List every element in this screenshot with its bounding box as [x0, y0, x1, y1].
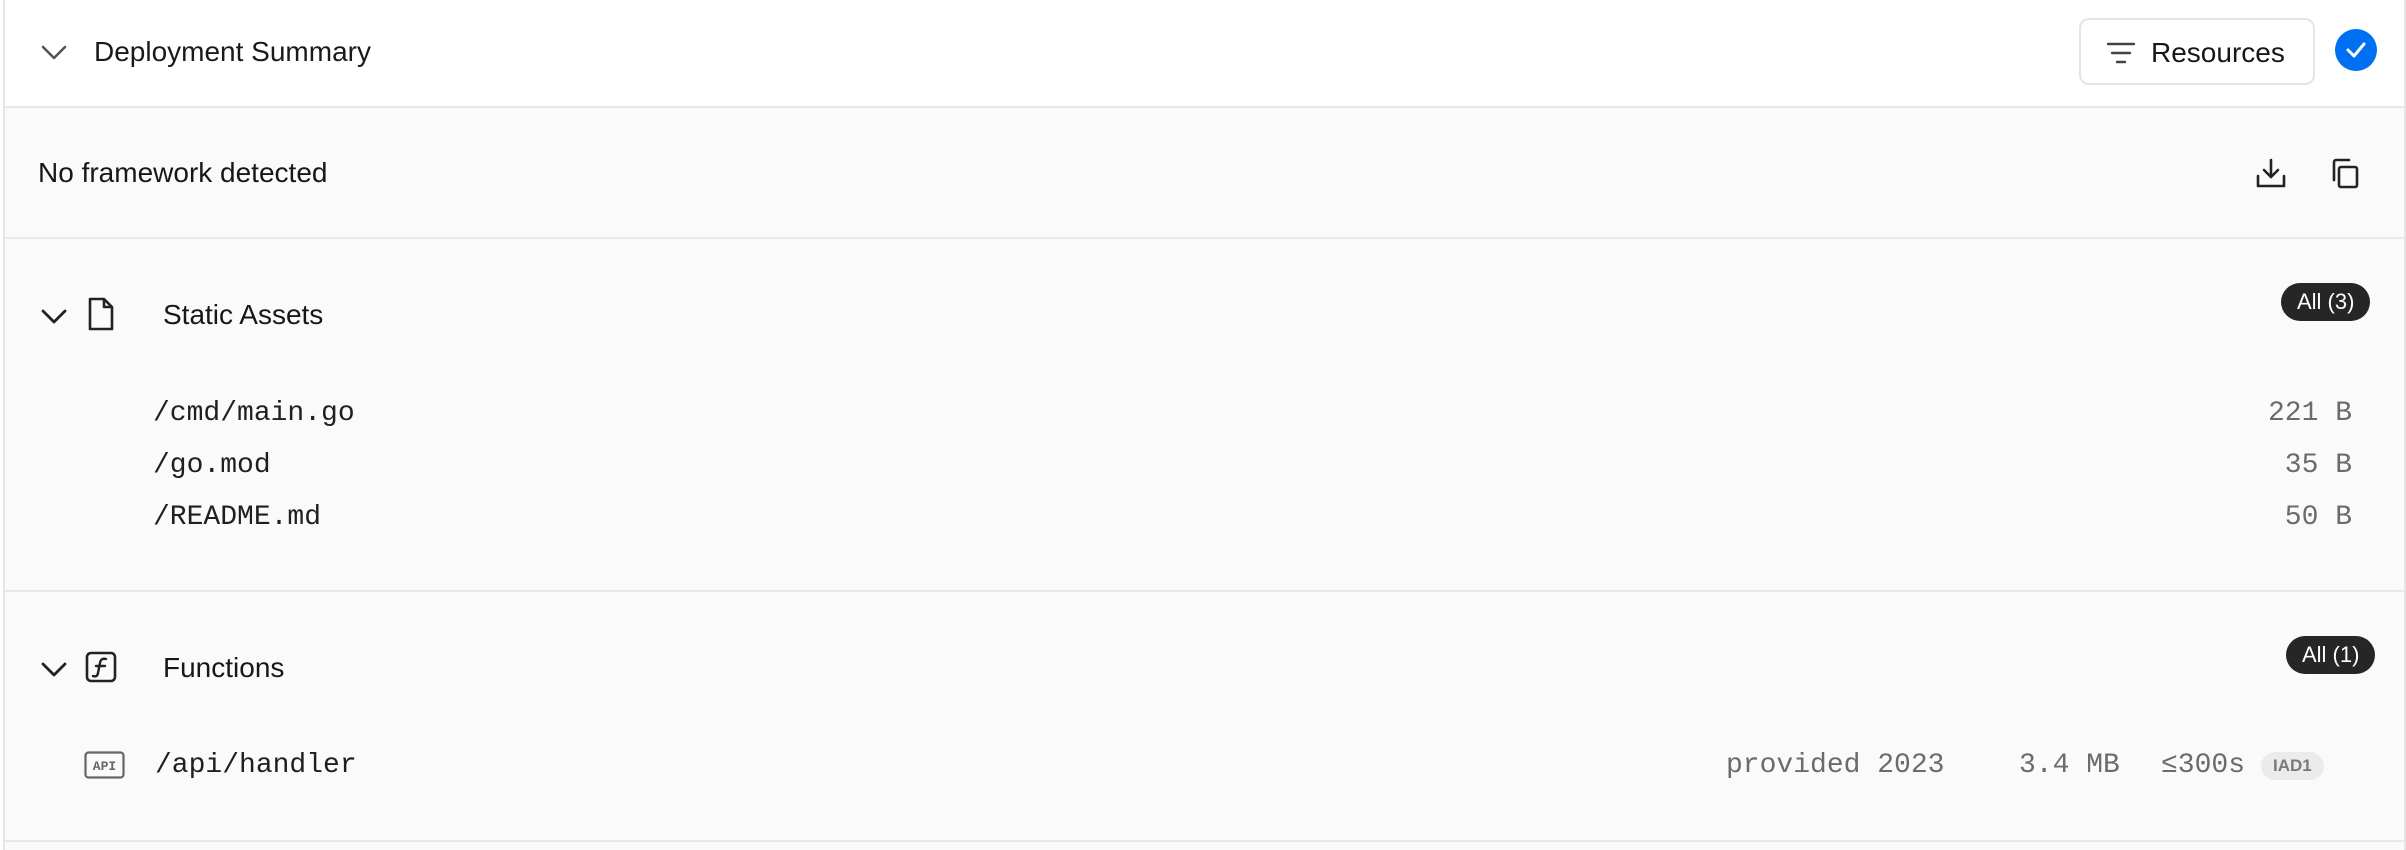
file-size: 35 B [2284, 450, 2352, 481]
static-assets-section: Static Assets All (3) /cmd/main.go 221 B… [5, 239, 2404, 592]
list-item[interactable]: /README.md 50 B [5, 498, 2404, 538]
status-check-icon [2335, 29, 2377, 71]
file-size: 50 B [2284, 502, 2352, 533]
framework-row: No framework detected [5, 108, 2404, 239]
next-section-edge [5, 842, 2404, 850]
functions-section: Functions All (1) API /api/handler provi… [5, 592, 2404, 842]
resources-label: Resources [2151, 37, 2285, 68]
list-item[interactable]: /go.mod 35 B [5, 446, 2404, 486]
resources-button[interactable]: Resources [2079, 18, 2315, 85]
function-icon [85, 651, 117, 683]
filter-icon [2106, 42, 2136, 64]
chevron-down-icon[interactable] [39, 40, 69, 66]
list-item[interactable]: /cmd/main.go 221 B [5, 394, 2404, 434]
functions-filter-badge[interactable]: All (1) [2286, 636, 2376, 674]
function-runtime: provided 2023 [1726, 750, 1945, 781]
function-max-duration: ≤300s [2161, 750, 2246, 781]
summary-header[interactable]: Deployment Summary Resources [5, 0, 2404, 108]
file-path: /cmd/main.go [153, 398, 355, 429]
file-icon [88, 297, 114, 331]
static-assets-filter-badge[interactable]: All (3) [2281, 283, 2371, 321]
summary-title: Deployment Summary [94, 36, 371, 67]
function-size: 3.4 MB [2019, 750, 2120, 781]
deployment-summary-panel: Deployment Summary Resources No framewor… [3, 0, 2406, 850]
download-icon[interactable] [2254, 156, 2288, 190]
chevron-down-icon[interactable] [39, 657, 69, 683]
static-assets-title: Static Assets [163, 299, 324, 330]
file-path: /go.mod [153, 450, 271, 481]
region-badge: IAD1 [2261, 752, 2324, 780]
functions-title: Functions [163, 652, 285, 683]
api-icon: API [84, 751, 125, 779]
svg-text:API: API [93, 759, 116, 774]
file-size: 221 B [2267, 398, 2352, 429]
framework-status: No framework detected [38, 157, 328, 188]
function-row[interactable]: API /api/handler provided 2023 3.4 MB ≤3… [5, 746, 2404, 786]
chevron-down-icon[interactable] [39, 304, 69, 330]
file-path: /README.md [153, 502, 322, 533]
function-path: /api/handler [155, 750, 357, 781]
copy-icon[interactable] [2328, 156, 2362, 190]
